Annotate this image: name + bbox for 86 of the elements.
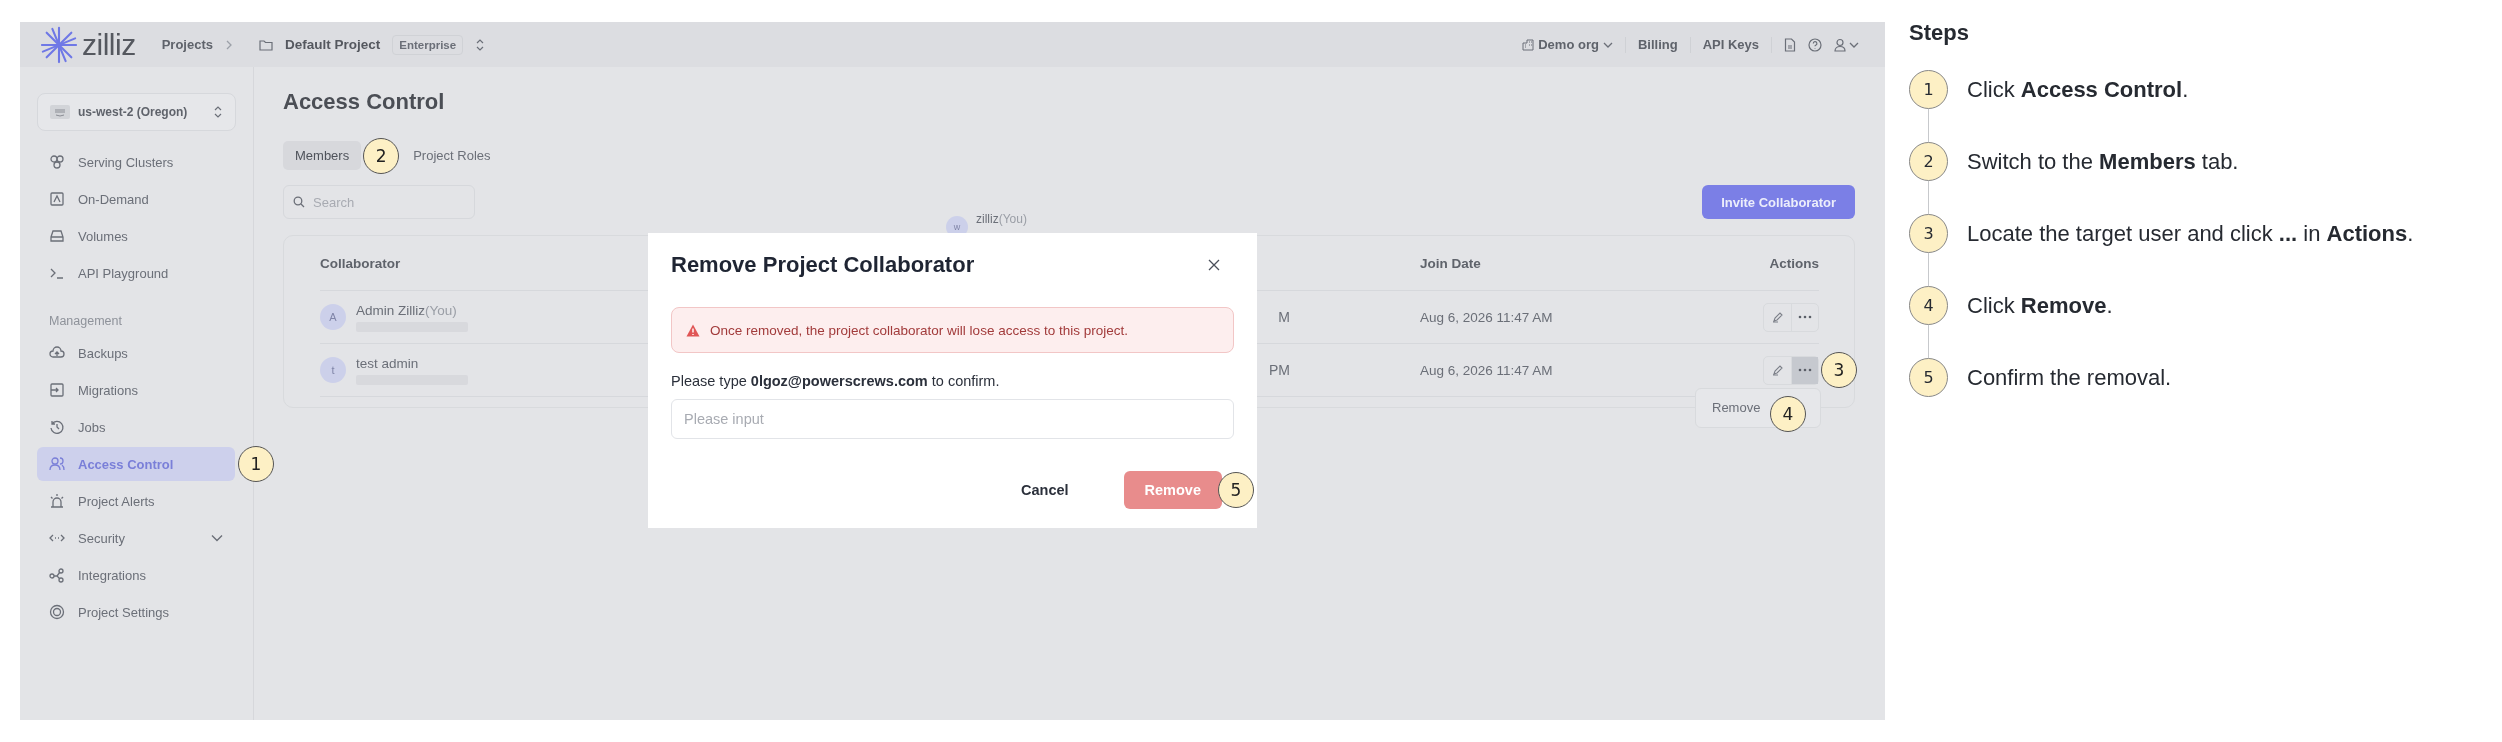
table-cell: M xyxy=(1278,309,1290,325)
user-name: zilliz(You) xyxy=(976,212,1027,226)
step-text: Switch to the Members tab. xyxy=(1967,148,2239,175)
building-icon xyxy=(1522,38,1535,51)
pencil-icon xyxy=(1771,311,1784,323)
confirm-input[interactable]: Please input xyxy=(671,399,1234,439)
nav-link[interactable]: API Keys xyxy=(1702,37,1759,52)
users-icon xyxy=(49,456,65,472)
chart-box-icon xyxy=(49,191,65,207)
section-title: Management xyxy=(49,314,123,328)
circles-icon xyxy=(49,154,65,170)
sidebar-item[interactable]: Backups xyxy=(37,336,235,370)
more-icon xyxy=(1798,315,1812,319)
warning-icon xyxy=(686,323,700,337)
sidebar-item[interactable]: Project Alerts xyxy=(37,484,235,518)
tab[interactable]: Project Roles xyxy=(401,141,503,170)
table-cell-text: Aug 6, 2026 11:47 AM xyxy=(1420,362,1554,378)
step-marker: 5 xyxy=(1218,472,1254,508)
step-text: Confirm the removal. xyxy=(1967,364,2172,391)
sidebar-item[interactable]: Project Settings xyxy=(37,595,235,629)
sidebar-item[interactable]: Serving Clusters xyxy=(37,145,235,179)
document-icon[interactable] xyxy=(1784,37,1796,52)
step-text: Click Remove. xyxy=(1967,292,2113,319)
step-number: 5 xyxy=(1909,358,1948,397)
steps-title: Steps xyxy=(1909,20,1970,46)
warning-text: Once removed, the project collaborator will lose access to this project. xyxy=(710,322,1128,338)
chevron-down-icon xyxy=(211,534,223,542)
search-icon xyxy=(293,196,305,208)
step-number: 2 xyxy=(1909,142,1948,181)
avatar: t xyxy=(320,357,346,383)
step-marker: 4 xyxy=(1770,395,1806,432)
sidebar-item[interactable]: Volumes xyxy=(37,219,235,253)
sidebar-item[interactable]: API Playground xyxy=(37,256,235,290)
step-text: Locate the target user and click ... in Actions. xyxy=(1967,220,2414,247)
settings-icon xyxy=(49,604,65,620)
avatar: A xyxy=(320,304,346,330)
sidebar-item[interactable]: Jobs xyxy=(37,410,235,444)
dialog-title: Remove Project Collaborator xyxy=(671,252,975,278)
chevron-down-icon xyxy=(1602,40,1613,49)
step-marker: 2 xyxy=(363,138,400,174)
search-field[interactable]: Search xyxy=(283,185,475,219)
step-number: 4 xyxy=(1909,286,1948,325)
sort-icon[interactable] xyxy=(475,37,486,52)
folder-icon xyxy=(259,38,273,51)
column-header: Actions xyxy=(1769,255,1819,271)
sidebar-item[interactable]: On-Demand xyxy=(37,182,235,216)
step-text: Click Access Control. xyxy=(1967,76,2189,103)
user-menu-icon[interactable] xyxy=(1834,37,1860,52)
step-number: 3 xyxy=(1909,214,1948,253)
step-marker: 1 xyxy=(238,446,274,482)
region-selector[interactable]: us-west-2 (Oregon) xyxy=(37,93,236,131)
invite-collaborator-button[interactable]: Invite Collaborator xyxy=(1702,185,1855,219)
org-switcher[interactable]: Demo org xyxy=(1522,37,1613,52)
logo-text: zilliz xyxy=(82,27,136,62)
drive-icon xyxy=(49,228,65,244)
tab[interactable]: Members xyxy=(283,141,362,170)
pencil-icon xyxy=(1771,364,1784,376)
sidebar-item[interactable]: Security xyxy=(37,521,235,555)
more-icon xyxy=(1798,368,1812,372)
alarm-icon xyxy=(49,493,65,509)
import-icon xyxy=(49,382,65,398)
project-name[interactable]: Default Project xyxy=(285,37,381,52)
plan-badge: Enterprise xyxy=(392,34,464,55)
sidebar-item[interactable]: Integrations xyxy=(37,558,235,592)
column-header: Join Date xyxy=(1420,255,1481,271)
user-name: Admin Zilliz(You) xyxy=(356,302,458,318)
confirm-prompt: Please type 0lgoz@powerscrews.com to confirm. xyxy=(671,373,1001,389)
logo-icon xyxy=(40,25,78,64)
column-header: Collaborator xyxy=(320,255,401,271)
step-number: 1 xyxy=(1909,70,1948,109)
page-title: Access Control xyxy=(283,89,446,116)
history-icon xyxy=(49,419,65,435)
nav-link[interactable]: Billing xyxy=(1637,37,1678,52)
sort-icon xyxy=(213,105,223,119)
user-name: test admin xyxy=(356,355,420,371)
table-cell: PM xyxy=(1269,362,1290,378)
sidebar-item[interactable]: Access Control xyxy=(37,447,235,481)
step-marker: 3 xyxy=(1821,351,1857,388)
cloud-upload-icon xyxy=(49,345,65,361)
help-icon[interactable] xyxy=(1808,37,1822,52)
sidebar-item[interactable]: Migrations xyxy=(37,373,235,407)
chevron-right-icon xyxy=(225,38,233,51)
cloud-provider-logo-icon xyxy=(50,105,70,119)
projects-link[interactable]: Projects xyxy=(161,37,213,52)
nodes-icon xyxy=(49,567,65,583)
table-cell-text: Aug 6, 2026 11:47 AM xyxy=(1420,309,1554,325)
